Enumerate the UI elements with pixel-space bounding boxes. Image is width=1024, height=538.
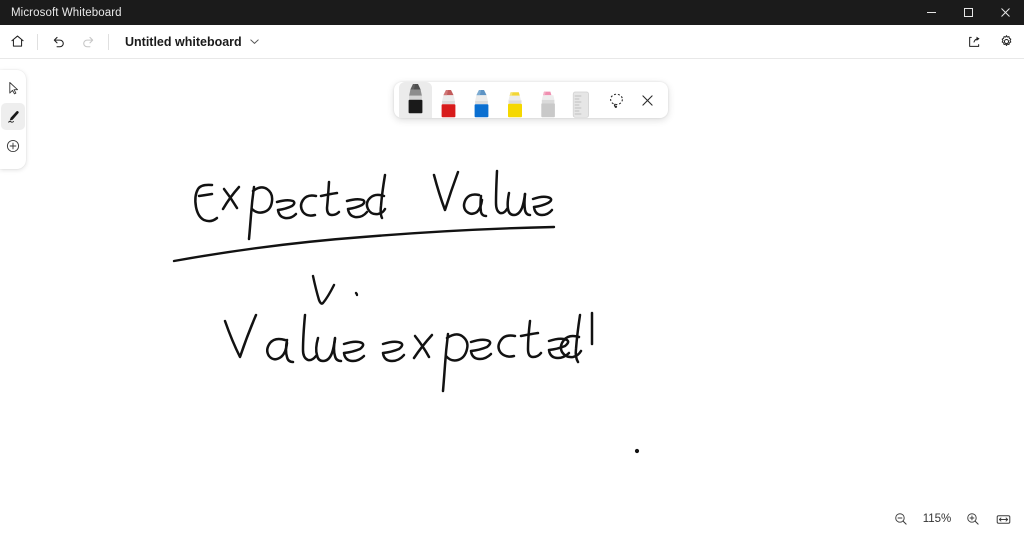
sidebar-item-select[interactable] bbox=[1, 74, 25, 101]
minimize-icon bbox=[927, 12, 936, 13]
plus-circle-icon bbox=[6, 139, 20, 152]
header-divider-2 bbox=[108, 33, 109, 50]
command-bar: Untitled whiteboard bbox=[0, 25, 1024, 59]
maximize-icon bbox=[964, 8, 973, 17]
ink-underline bbox=[172, 225, 556, 263]
maximize-button[interactable] bbox=[950, 0, 987, 25]
pen-red-icon bbox=[441, 90, 456, 118]
whiteboard-app: Microsoft Whiteboard Untitled whiteboard… bbox=[0, 0, 1024, 538]
fit-to-screen-button[interactable] bbox=[989, 506, 1017, 532]
zoom-out-icon bbox=[895, 513, 907, 525]
gear-icon bbox=[1001, 35, 1011, 46]
header-divider bbox=[37, 33, 38, 50]
home-button[interactable] bbox=[2, 29, 32, 55]
pen-black-button[interactable] bbox=[399, 82, 432, 118]
app-title: Microsoft Whiteboard bbox=[11, 6, 122, 19]
tool-rail bbox=[0, 70, 26, 169]
document-title-button[interactable]: Untitled whiteboard bbox=[121, 32, 264, 52]
pen-yellow-button[interactable] bbox=[498, 82, 531, 118]
share-icon bbox=[968, 36, 979, 47]
ruler-button[interactable] bbox=[564, 82, 597, 118]
pen-toolbar bbox=[394, 82, 668, 118]
ink-dot bbox=[634, 448, 640, 454]
sidebar-item-create[interactable] bbox=[1, 132, 25, 159]
whiteboard-canvas[interactable]: 115% bbox=[0, 59, 1024, 538]
zoom-out-button[interactable] bbox=[887, 506, 915, 532]
redo-icon bbox=[82, 36, 93, 48]
close-button[interactable] bbox=[987, 0, 1024, 25]
close-icon bbox=[1001, 8, 1010, 17]
chevron-down-icon bbox=[250, 39, 259, 44]
close-pen-tray-button[interactable] bbox=[632, 82, 663, 118]
title-bar: Microsoft Whiteboard bbox=[0, 0, 1024, 25]
pen-icon bbox=[7, 111, 19, 123]
cursor-icon bbox=[9, 81, 19, 94]
ink-arrow-down bbox=[311, 274, 359, 305]
zoom-controls: 115% bbox=[887, 504, 1017, 534]
pen-red-button[interactable] bbox=[432, 82, 465, 118]
ruler-icon bbox=[572, 91, 589, 118]
share-button[interactable] bbox=[959, 29, 989, 55]
lasso-select-button[interactable] bbox=[601, 82, 632, 118]
minimize-button[interactable] bbox=[913, 0, 950, 25]
undo-button[interactable] bbox=[43, 29, 73, 55]
zoom-in-icon bbox=[967, 513, 979, 525]
undo-icon bbox=[53, 36, 64, 48]
home-icon bbox=[10, 35, 24, 47]
window-controls bbox=[913, 0, 1024, 25]
eraser-button[interactable] bbox=[531, 82, 564, 118]
header-actions bbox=[959, 29, 1021, 55]
pen-blue-button[interactable] bbox=[465, 82, 498, 118]
zoom-level-label[interactable]: 115% bbox=[917, 509, 957, 529]
close-icon bbox=[642, 94, 653, 106]
fit-to-screen-icon bbox=[996, 514, 1010, 524]
zoom-in-button[interactable] bbox=[959, 506, 987, 532]
redo-button[interactable] bbox=[73, 29, 103, 55]
lasso-icon bbox=[610, 93, 623, 108]
settings-button[interactable] bbox=[991, 29, 1021, 55]
ink-text-value-expected bbox=[223, 311, 594, 393]
pen-black-icon bbox=[408, 84, 423, 114]
ink-layer bbox=[172, 169, 640, 454]
eraser-icon bbox=[541, 91, 555, 118]
sidebar-item-ink[interactable] bbox=[1, 103, 25, 130]
document-title-text: Untitled whiteboard bbox=[125, 34, 242, 49]
pen-blue-icon bbox=[474, 90, 489, 118]
highlighter-yellow-icon bbox=[508, 92, 522, 118]
